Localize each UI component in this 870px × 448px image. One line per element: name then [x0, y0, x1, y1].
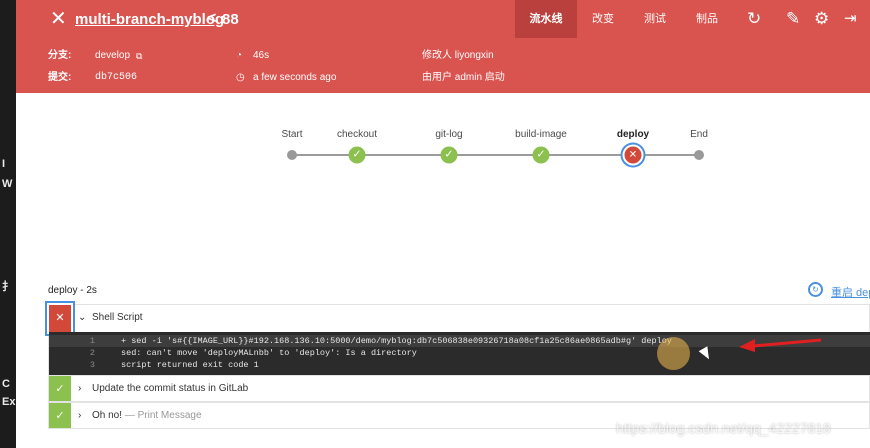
time-ago: a few seconds ago [253, 72, 337, 83]
blueocean-run-window: ✕ multi-branch-myblog < 88 流水线 改变 测试 制品 … [16, 0, 870, 448]
stage-label-build-image: build-image [515, 129, 567, 140]
log-text: sed: can't move 'deployMALnbb' to 'deplo… [121, 348, 417, 358]
commit-label: 提交: [48, 72, 72, 83]
step-title-main: Oh no! [92, 410, 123, 421]
stage-node-git-log[interactable]: ✓ [440, 146, 458, 164]
pipeline-name-link[interactable]: multi-branch-myblog [75, 11, 224, 28]
started-by: 由用户 admin 启动 [422, 72, 505, 83]
step-title: Update the commit status in GitLab [92, 383, 249, 394]
stage-node-deploy[interactable]: ✕ [624, 146, 642, 164]
tab-artifacts[interactable]: 制品 [687, 0, 727, 38]
step-subtitle: — Print Message [124, 410, 202, 421]
step-title: Shell Script [92, 312, 143, 323]
run-number: 88 [222, 11, 239, 28]
step-update-commit-status[interactable]: ✓ › Update the commit status in GitLab [48, 375, 870, 402]
watermark: https://blog.csdn.net/qq_42227818 [616, 420, 831, 436]
edge-text: Ex [2, 396, 16, 408]
line-number: 1 [89, 336, 95, 346]
close-icon[interactable]: ✕ [50, 9, 67, 29]
edge-text: C [2, 378, 10, 390]
step-log: 1 + sed -i 's#{{IMAGE_URL}}#192.168.136.… [49, 332, 870, 376]
settings-icon[interactable]: ⚙ [814, 10, 829, 28]
stage-node-checkout[interactable]: ✓ [348, 146, 366, 164]
clock-icon: ◷ [236, 72, 245, 83]
tab-pipeline[interactable]: 流水线 [515, 0, 577, 38]
pipeline-graph: Start checkout git-log build-image deplo… [16, 95, 870, 275]
stage-detail-title: deploy - 2s [48, 285, 97, 296]
log-text: + sed -i 's#{{IMAGE_URL}}#192.168.136.10… [121, 336, 672, 346]
cursor-highlight [657, 337, 690, 370]
restart-label: 重启 dep [831, 287, 870, 299]
stage-label-deploy: deploy [616, 129, 650, 140]
top-bar: ✕ multi-branch-myblog < 88 流水线 改变 测试 制品 … [16, 0, 870, 38]
exit-icon[interactable]: ⇥ [844, 10, 857, 28]
tab-changes[interactable]: 改变 [583, 0, 623, 38]
chevron-down-icon[interactable]: ⌄ [78, 312, 86, 323]
chevron-right-icon[interactable]: › [78, 410, 81, 421]
edge-text: W [2, 178, 13, 190]
branch-value[interactable]: develop [95, 50, 130, 62]
failed-icon: ✕ [49, 305, 71, 332]
step-shell-script[interactable]: ✕ ⌄ Shell Script 1 + sed -i 's#{{IMAGE_U… [48, 304, 870, 376]
duration-value: 46s [253, 50, 270, 61]
edge-text: 扌 [2, 281, 13, 293]
duration-icon: ◔ [236, 50, 243, 61]
line-number: 3 [89, 360, 95, 370]
chevron-right-icon[interactable]: › [78, 383, 81, 394]
external-link-icon[interactable]: ⧉ [136, 50, 142, 62]
edit-icon[interactable]: ✎ [786, 10, 800, 28]
success-icon: ✓ [49, 376, 71, 401]
stage-label-git-log: git-log [435, 129, 463, 140]
step-title: Oh no! — Print Message [92, 410, 202, 421]
left-desktop-edge: W I 扌 C Ex [0, 0, 16, 448]
replay-icon[interactable]: ↻ [747, 10, 761, 28]
edge-text: I [2, 158, 6, 170]
stage-label-end: End [690, 129, 708, 140]
author: 修改人 liyongxin [422, 50, 494, 61]
commit-value[interactable]: db7c506 [95, 72, 137, 84]
stage-label-start: Start [281, 129, 303, 140]
red-arrow-annotation [739, 338, 822, 352]
stage-node-build-image[interactable]: ✓ [532, 146, 550, 164]
tab-tests[interactable]: 测试 [635, 0, 675, 38]
stage-node-start [287, 150, 297, 160]
mouse-cursor-icon [698, 346, 714, 362]
restart-icon: ↻ [808, 282, 823, 297]
line-number: 2 [89, 348, 95, 358]
run-header: ✕ multi-branch-myblog < 88 流水线 改变 测试 制品 … [16, 0, 870, 93]
branch-label: 分支: [48, 50, 72, 61]
log-text: script returned exit code 1 [121, 360, 259, 370]
separator: < [207, 10, 217, 27]
success-icon: ✓ [49, 403, 71, 428]
stage-label-checkout: checkout [336, 129, 378, 140]
stage-node-end [694, 150, 704, 160]
